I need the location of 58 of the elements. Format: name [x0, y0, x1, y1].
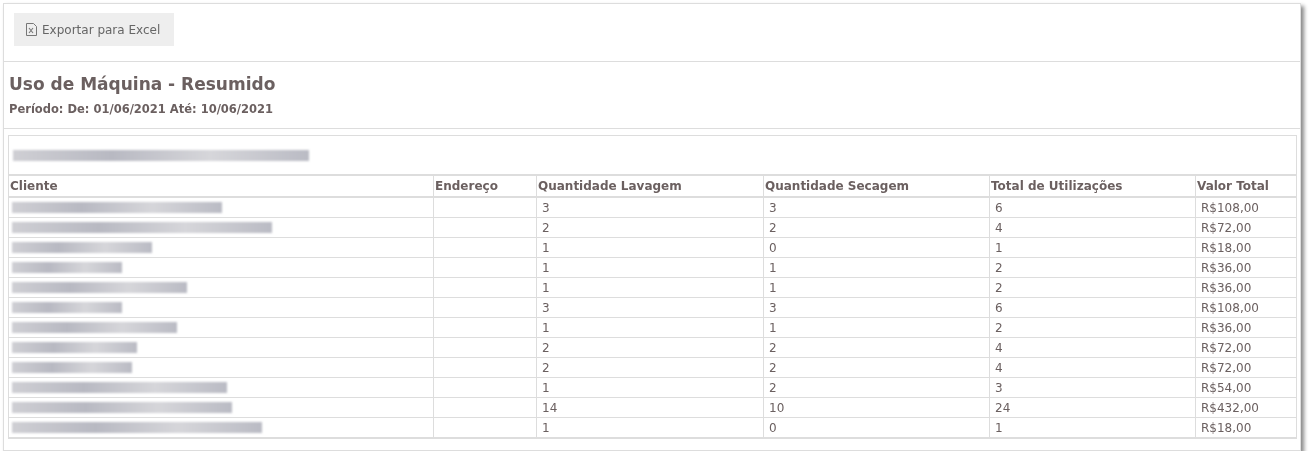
- value-cell: R$72,00: [1195, 337, 1296, 358]
- quantity-cell: 1: [763, 257, 990, 278]
- total-cell: 4: [989, 357, 1196, 378]
- export-excel-button[interactable]: Exportar para Excel: [14, 13, 175, 46]
- value-cell: R$72,00: [1195, 357, 1296, 378]
- value-cell: R$36,00: [1195, 257, 1296, 278]
- column-header: Valor Total: [1195, 176, 1296, 197]
- value-cell: R$18,00: [1195, 237, 1296, 258]
- value-cell: R$108,00: [1195, 197, 1296, 218]
- quantity-cell: 2: [536, 337, 764, 358]
- column-header: Cliente: [9, 176, 434, 197]
- quantity-cell: 0: [763, 237, 990, 258]
- value-cell: R$432,00: [1195, 397, 1296, 418]
- value-cell: R$18,00: [1195, 417, 1296, 438]
- quantity-cell: 2: [763, 377, 990, 398]
- quantity-cell: 2: [763, 357, 990, 378]
- total-cell: 2: [989, 277, 1196, 298]
- value-cell: R$72,00: [1195, 217, 1296, 238]
- value-cell: R$54,00: [1195, 377, 1296, 398]
- column-header: Quantidade Secagem: [763, 176, 990, 197]
- value-cell: R$36,00: [1195, 317, 1296, 338]
- quantity-cell: 2: [763, 217, 990, 238]
- quantity-cell: 1: [536, 237, 764, 258]
- column-header: Total de Utilizações: [989, 176, 1196, 197]
- quantity-cell: 1: [536, 377, 764, 398]
- total-cell: 2: [989, 257, 1196, 278]
- quantity-cell: 2: [536, 217, 764, 238]
- column-header: Quantidade Lavagem: [536, 176, 764, 197]
- total-cell: 6: [989, 197, 1196, 218]
- total-cell: 1: [989, 417, 1196, 438]
- value-cell: R$108,00: [1195, 297, 1296, 318]
- report-title: Uso de Máquina - Resumido: [9, 74, 277, 94]
- total-cell: 4: [989, 217, 1196, 238]
- quantity-cell: 1: [536, 257, 764, 278]
- total-cell: 1: [989, 237, 1196, 258]
- quantity-cell: 1: [763, 277, 990, 298]
- quantity-cell: 1: [763, 317, 990, 338]
- quantity-cell: 3: [536, 297, 764, 318]
- quantity-cell: 10: [763, 397, 990, 418]
- quantity-cell: 3: [763, 197, 990, 218]
- total-cell: 24: [989, 397, 1196, 418]
- quantity-cell: 3: [763, 297, 990, 318]
- total-cell: 6: [989, 297, 1196, 318]
- total-cell: 3: [989, 377, 1196, 398]
- column-header: Endereço: [433, 176, 537, 197]
- quantity-cell: 14: [536, 397, 764, 418]
- quantity-cell: 3: [536, 197, 764, 218]
- quantity-cell: 1: [536, 417, 764, 438]
- report-period: Período: De: 01/06/2021 Até: 10/06/2021: [9, 102, 275, 116]
- quantity-cell: 2: [536, 357, 764, 378]
- total-cell: 2: [989, 317, 1196, 338]
- quantity-cell: 0: [763, 417, 990, 438]
- quantity-cell: 2: [763, 337, 990, 358]
- excel-file-icon: [26, 23, 37, 36]
- value-cell: R$36,00: [1195, 277, 1296, 298]
- total-cell: 4: [989, 337, 1196, 358]
- quantity-cell: 1: [536, 277, 764, 298]
- quantity-cell: 1: [536, 317, 764, 338]
